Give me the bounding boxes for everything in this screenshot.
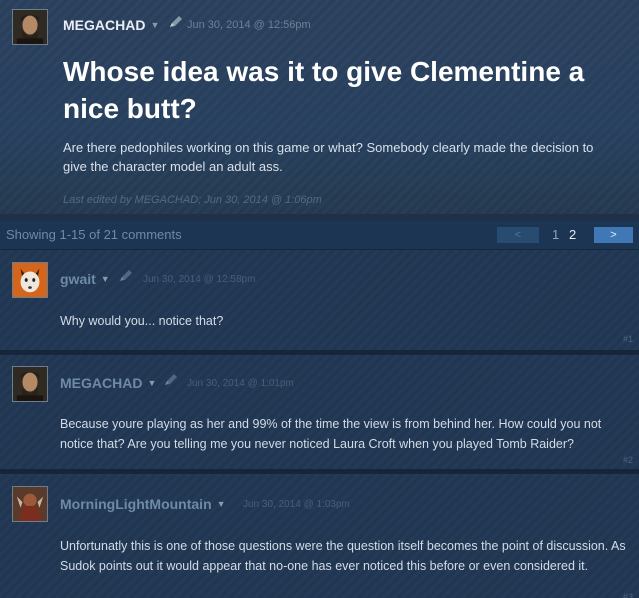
fox-avatar-image bbox=[13, 263, 47, 297]
chevron-down-icon[interactable]: ▼ bbox=[150, 20, 159, 30]
op-author-name[interactable]: MEGACHAD ▼ bbox=[63, 17, 159, 33]
author-name-text[interactable]: MEGACHAD bbox=[60, 375, 142, 391]
pagination-bar: Showing 1-15 of 21 comments < 1 2 > bbox=[0, 221, 639, 249]
chevron-down-icon[interactable]: ▼ bbox=[217, 499, 226, 509]
comment-item: gwait ▼ Jun 30, 2014 @ 12:58pm Why would … bbox=[0, 249, 639, 350]
comment-item: MorningLightMountain ▼ Jun 30, 2014 @ 1:0… bbox=[0, 473, 639, 598]
comment-author-name[interactable]: MorningLightMountain ▼ bbox=[60, 496, 226, 512]
page-link-2[interactable]: 2 bbox=[569, 227, 576, 242]
pen-icon bbox=[165, 374, 177, 385]
avatar[interactable] bbox=[12, 486, 48, 522]
comment-text: Why would you... notice that? bbox=[60, 314, 224, 328]
comment-text: Unfortunatly this is one of those questi… bbox=[60, 539, 626, 573]
avatar[interactable] bbox=[12, 9, 48, 45]
comment-number[interactable]: #2 bbox=[623, 455, 633, 465]
comment-timestamp: Jun 30, 2014 @ 12:58pm bbox=[143, 274, 256, 285]
comment-timestamp: Jun 30, 2014 @ 1:03pm bbox=[243, 499, 350, 510]
comment-timestamp: Jun 30, 2014 @ 1:01pm bbox=[187, 378, 294, 389]
op-timestamp: Jun 30, 2014 @ 12:56pm bbox=[187, 19, 311, 31]
background-pattern bbox=[0, 250, 639, 350]
comment-item: MEGACHAD ▼ Jun 30, 2014 @ 1:01pm Because … bbox=[0, 354, 639, 469]
page-link-1[interactable]: 1 bbox=[552, 227, 559, 242]
author-name-text[interactable]: gwait bbox=[60, 271, 96, 287]
op-body-text: Are there pedophiles working on this gam… bbox=[63, 140, 594, 174]
chevron-down-icon[interactable]: ▼ bbox=[101, 274, 110, 284]
avatar[interactable] bbox=[12, 366, 48, 402]
comment-number[interactable]: #1 bbox=[623, 334, 633, 344]
portrait-avatar-image bbox=[13, 367, 47, 401]
page-title: Whose idea was it to give Clementine a n… bbox=[63, 56, 585, 124]
next-page-button[interactable]: > bbox=[594, 227, 633, 243]
armored-figure-avatar-image bbox=[13, 487, 47, 521]
previous-page-button[interactable]: < bbox=[497, 227, 539, 243]
edited-note: Last edited by MEGACHAD; Jun 30, 2014 @ … bbox=[63, 194, 322, 206]
comment-count-text: Showing 1-15 of 21 comments bbox=[6, 227, 182, 242]
comment-author-name[interactable]: MEGACHAD ▼ bbox=[60, 375, 156, 391]
comment-author-name[interactable]: gwait ▼ bbox=[60, 271, 110, 287]
comment-number[interactable]: #3 bbox=[623, 592, 633, 598]
author-name-text[interactable]: MEGACHAD bbox=[63, 17, 145, 33]
comment-text: Because youre playing as her and 99% of … bbox=[60, 417, 602, 451]
pen-icon bbox=[120, 270, 132, 281]
portrait-avatar-image bbox=[13, 10, 47, 44]
avatar[interactable] bbox=[12, 262, 48, 298]
original-post: MEGACHAD ▼ Jun 30, 2014 @ 12:56pm Whose i… bbox=[0, 0, 639, 214]
author-name-text[interactable]: MorningLightMountain bbox=[60, 496, 212, 512]
chevron-down-icon[interactable]: ▼ bbox=[147, 378, 156, 388]
pen-icon bbox=[170, 16, 182, 27]
